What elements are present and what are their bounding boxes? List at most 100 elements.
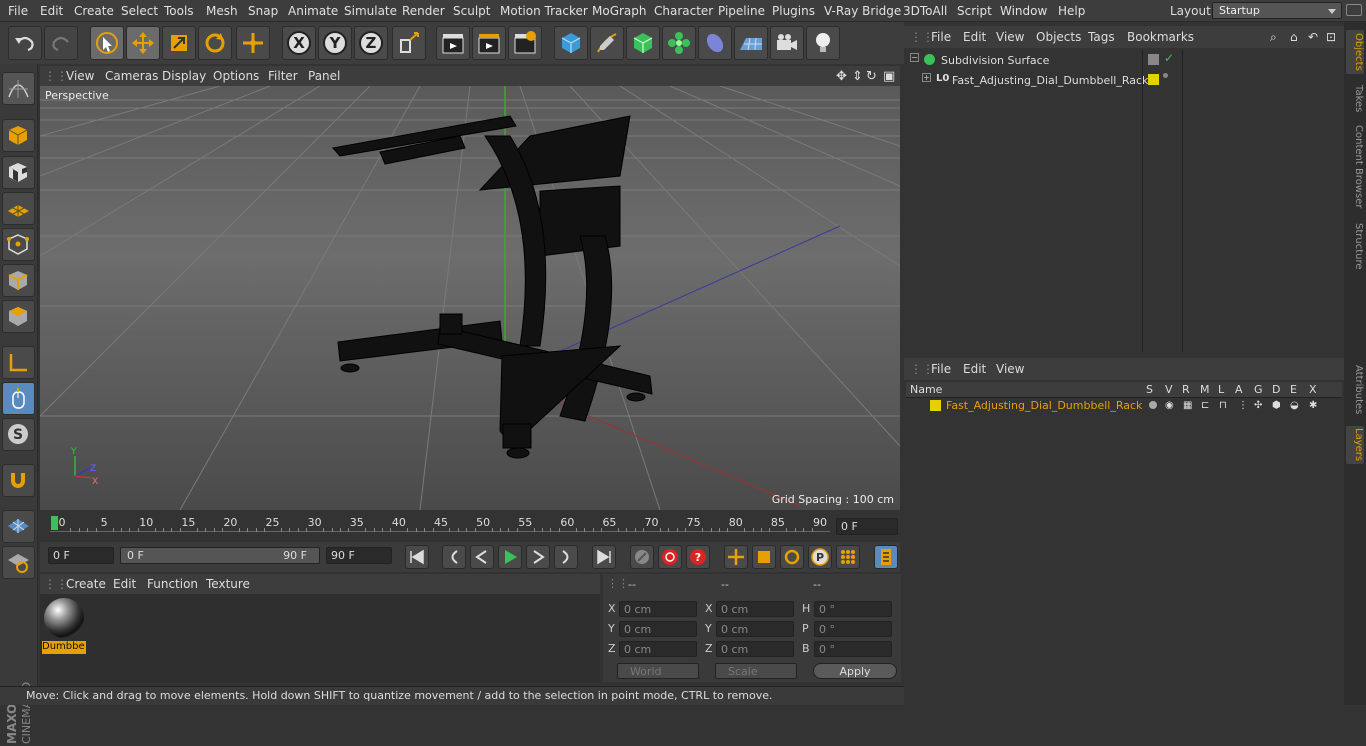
coord-pos-x-field[interactable]: 0 cm <box>619 601 697 617</box>
expand-toggle-icon[interactable]: + <box>922 73 931 82</box>
menu-snap[interactable]: Snap <box>248 4 278 18</box>
pen-spline-button[interactable] <box>590 26 624 60</box>
key-rotation-button[interactable] <box>780 545 804 569</box>
frame-range-slider[interactable]: 0 F 90 F <box>120 547 320 564</box>
layer-lock-icon[interactable]: ⊓ <box>1219 400 1227 411</box>
tab-structure[interactable]: Structure <box>1346 220 1364 272</box>
object-menu-view[interactable]: View <box>996 30 1024 44</box>
play-button[interactable] <box>498 545 522 569</box>
viewport-dolly-icon[interactable]: ⇕ <box>852 69 863 84</box>
object-back-icon[interactable]: ↶ <box>1308 30 1318 44</box>
layer-color-swatch[interactable] <box>930 400 941 411</box>
material-menu-function[interactable]: Function <box>147 577 198 591</box>
texture-mode-button[interactable] <box>2 156 35 189</box>
menu-3dtoall[interactable]: 3DToAll <box>903 4 947 18</box>
tweak-mode-button[interactable] <box>2 382 35 415</box>
render-settings-button[interactable] <box>508 26 542 60</box>
layer-expression-icon[interactable]: ◒ <box>1290 400 1299 411</box>
workplane-lock-button[interactable] <box>2 510 35 543</box>
layer-generator-icon[interactable]: ✣ <box>1254 400 1262 411</box>
viewport-rotate-icon[interactable]: ↻ <box>866 69 877 84</box>
menu-window[interactable]: Window <box>1000 4 1047 18</box>
expand-toggle-icon[interactable]: − <box>910 53 919 62</box>
viewport-pan-icon[interactable]: ✥ <box>836 69 847 84</box>
undo-button[interactable] <box>8 26 42 60</box>
coord-space-select[interactable]: World <box>617 663 699 679</box>
viewport-menu-options[interactable]: Options <box>213 69 259 83</box>
tab-content-browser[interactable]: Content Browser <box>1346 122 1364 212</box>
playhead-marker[interactable] <box>51 516 58 530</box>
go-to-start-button[interactable] <box>405 545 429 569</box>
polygons-mode-button[interactable] <box>2 300 35 333</box>
go-to-end-button[interactable] <box>592 545 616 569</box>
menu-render[interactable]: Render <box>402 4 445 18</box>
menu-create[interactable]: Create <box>74 4 114 18</box>
editor-render-toggle-icon[interactable] <box>1148 54 1159 65</box>
solo-button[interactable]: S <box>2 418 35 451</box>
subdivision-surface-button[interactable] <box>626 26 660 60</box>
tab-attributes[interactable]: Attributes <box>1346 362 1364 418</box>
menu-edit[interactable]: Edit <box>40 4 63 18</box>
next-key-button[interactable] <box>554 545 578 569</box>
edges-mode-button[interactable] <box>2 264 35 297</box>
layer-solo-toggle-icon[interactable] <box>1149 401 1157 409</box>
material-swatch[interactable]: Dumbbe <box>42 598 86 656</box>
live-selection-button[interactable] <box>90 26 124 60</box>
menu-character[interactable]: Character <box>654 4 713 18</box>
viewport-menu-panel[interactable]: Panel <box>308 69 340 83</box>
make-editable-button[interactable] <box>2 72 35 105</box>
layer-menu-view[interactable]: View <box>996 362 1024 376</box>
snap-button[interactable] <box>2 464 35 497</box>
floor-button[interactable] <box>734 26 768 60</box>
menu-motion-tracker[interactable]: Motion Tracker <box>500 4 588 18</box>
transform-tool-button[interactable] <box>236 26 270 60</box>
menu-mograph[interactable]: MoGraph <box>592 4 647 18</box>
start-frame-field[interactable]: 0 F <box>48 547 114 564</box>
menu-file[interactable]: File <box>8 4 28 18</box>
layer-render-icon[interactable]: ▦ <box>1183 400 1192 411</box>
object-menu-objects[interactable]: Objects <box>1036 30 1081 44</box>
camera-button[interactable] <box>770 26 804 60</box>
viewport-maximize-icon[interactable]: ▣ <box>883 69 895 84</box>
light-button[interactable] <box>806 26 840 60</box>
viewport-menu-filter[interactable]: Filter <box>268 69 298 83</box>
next-frame-button[interactable] <box>526 545 550 569</box>
coord-pos-y-field[interactable]: 0 cm <box>619 621 697 637</box>
menu-sculpt[interactable]: Sculpt <box>453 4 490 18</box>
enabled-check-icon[interactable]: ✓ <box>1164 51 1174 65</box>
end-frame-field[interactable]: 90 F <box>326 547 392 564</box>
move-tool-button[interactable] <box>126 26 160 60</box>
current-frame-field[interactable]: 0 F <box>836 518 898 535</box>
object-menu-file[interactable]: File <box>931 30 951 44</box>
object-search-icon[interactable]: ⌕ <box>1270 30 1277 45</box>
record-keys-button[interactable] <box>630 545 654 569</box>
visibility-dot-icon[interactable] <box>1163 73 1168 78</box>
menu-pipeline[interactable]: Pipeline <box>718 4 765 18</box>
layer-color-icon[interactable] <box>1148 74 1159 85</box>
apply-button[interactable]: Apply <box>813 663 897 679</box>
render-view-button[interactable] <box>436 26 470 60</box>
prev-frame-button[interactable] <box>470 545 494 569</box>
coord-size-y-field[interactable]: 0 cm <box>716 621 794 637</box>
coordinate-system-button[interactable] <box>392 26 426 60</box>
locked-workplane-button[interactable] <box>2 546 35 579</box>
layer-xref-icon[interactable]: ✱ <box>1309 400 1317 411</box>
material-menu-create[interactable]: Create <box>66 577 106 591</box>
menu-animate[interactable]: Animate <box>288 4 338 18</box>
layer-row[interactable]: Fast_Adjusting_Dial_Dumbbell_Rack ◉ ▦ ⊏ … <box>906 398 1342 414</box>
window-restore-icon[interactable] <box>1346 4 1362 16</box>
tab-objects[interactable]: Objects <box>1346 30 1364 74</box>
menu-plugins[interactable]: Plugins <box>772 4 815 18</box>
y-axis-button[interactable]: Y <box>318 26 352 60</box>
key-scale-button[interactable] <box>752 545 776 569</box>
layer-eye-icon[interactable]: ◉ <box>1165 400 1174 411</box>
object-menu-tags[interactable]: Tags <box>1088 30 1115 44</box>
deformer-button[interactable] <box>698 26 732 60</box>
scale-tool-button[interactable] <box>162 26 196 60</box>
object-row-dumbbell-rack[interactable]: + L0 Fast_Adjusting_Dial_Dumbbell_Rack <box>906 72 1342 90</box>
layer-deformer-icon[interactable]: ⬢ <box>1272 400 1281 411</box>
coord-rot-b-field[interactable]: 0 ° <box>814 641 892 657</box>
menu-simulate[interactable]: Simulate <box>344 4 397 18</box>
menu-help[interactable]: Help <box>1058 4 1085 18</box>
object-menu-bookmarks[interactable]: Bookmarks <box>1127 30 1194 44</box>
